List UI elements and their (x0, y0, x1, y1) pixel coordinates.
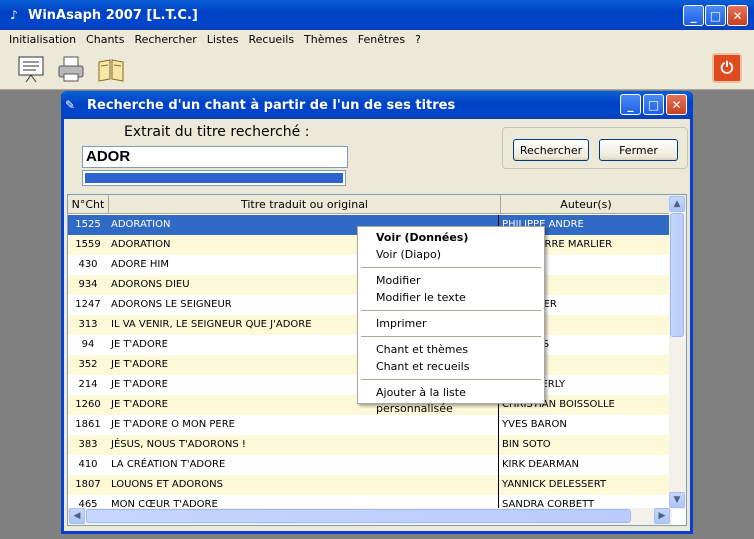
menu-item-song-songbooks[interactable]: Chant et recueils (376, 359, 469, 375)
table-row[interactable]: 1807 LOUONS ET ADORONS YANNICK DELESSERT (68, 475, 672, 495)
vertical-scroll-thumb[interactable] (670, 213, 684, 337)
button-panel: Rechercher Fermer (502, 127, 688, 169)
search-input[interactable]: ADOR (82, 146, 348, 168)
menu-recueils[interactable]: Recueils (244, 33, 300, 46)
close-button[interactable]: ✕ (727, 5, 748, 26)
menu-item-view-data[interactable]: Voir (Données) (376, 230, 468, 246)
progress-fill (85, 173, 343, 183)
song-number-cell: 313 (78, 319, 98, 330)
presentation-button[interactable] (14, 52, 48, 86)
song-number-cell: 383 (78, 439, 98, 450)
dialog-title-bar[interactable]: ✎ Recherche d'un chant à partir de l'un … (61, 91, 693, 119)
song-number-cell: 410 (78, 459, 98, 470)
songbook-button[interactable] (94, 52, 128, 86)
menu-bar: Initialisation Chants Rechercher Listes … (0, 30, 754, 48)
menu-themes[interactable]: Thèmes (299, 33, 353, 46)
song-number-cell: 1260 (75, 399, 101, 410)
song-number-cell: 1861 (75, 419, 101, 430)
menu-listes[interactable]: Listes (202, 33, 244, 46)
menu-item-view-slideshow[interactable]: Voir (Diapo) (376, 247, 441, 263)
close-icon: ✕ (671, 97, 682, 112)
power-button[interactable]: ⏻ (712, 53, 742, 83)
horizontal-scrollbar[interactable]: ◀ ▶ (68, 508, 672, 525)
song-number-cell: 94 (81, 339, 95, 350)
song-title-cell: JÉSUS, NOUS T'ADORONS ! (109, 435, 499, 455)
song-author-cell: YANNICK DELESSERT (502, 479, 607, 490)
chevron-down-icon: ▼ (673, 495, 681, 505)
scroll-left-button[interactable]: ◀ (69, 508, 85, 524)
dialog-icon: ✎ (65, 98, 76, 112)
menu-item-edit-text[interactable]: Modifier le texte (376, 290, 466, 306)
app-title-bar[interactable]: ♪ WinAsaph 2007 [L.T.C.] (0, 0, 754, 30)
search-progress-bar (82, 170, 346, 186)
song-number-cell: 1807 (75, 479, 101, 490)
minimize-icon: _ (627, 97, 634, 112)
chevron-left-icon: ◀ (73, 511, 81, 521)
toolbar: ⏻ (0, 48, 754, 90)
table-row[interactable]: 1861 JE T'ADORE O MON PERE YVES BARON (68, 415, 672, 435)
minimize-button[interactable]: _ (683, 5, 704, 26)
column-header-number[interactable]: N°Cht (68, 195, 109, 214)
minimize-icon: _ (690, 8, 697, 23)
maximize-icon: □ (709, 8, 722, 23)
search-button[interactable]: Rechercher (513, 139, 589, 161)
menu-chants[interactable]: Chants (81, 33, 129, 46)
presentation-icon (18, 56, 44, 83)
horizontal-scroll-thumb[interactable] (86, 509, 631, 523)
menu-item-add-to-custom-list[interactable]: Ajouter à la liste personnalisée (376, 385, 544, 415)
book-icon (98, 59, 124, 82)
search-label: Extrait du titre recherché : (124, 124, 310, 140)
menu-item-print[interactable]: Imprimer (376, 316, 427, 332)
table-header: N°Cht Titre traduit ou original Auteur(s… (68, 195, 672, 214)
scroll-up-button[interactable]: ▲ (669, 196, 685, 212)
context-menu: Voir (Données) Voir (Diapo) Modifier Mod… (357, 226, 545, 415)
song-number-cell: 352 (78, 359, 98, 370)
dialog-close-button[interactable]: ✕ (666, 94, 687, 115)
song-number-cell: 1559 (75, 239, 101, 250)
song-number-cell: 1525 (75, 219, 101, 230)
song-number-cell: 214 (78, 379, 98, 390)
maximize-button[interactable]: □ (705, 5, 726, 26)
menu-separator (361, 336, 541, 337)
printer-icon (58, 56, 84, 82)
scroll-down-button[interactable]: ▼ (669, 492, 685, 508)
menu-help[interactable]: ? (410, 33, 426, 46)
menu-item-song-themes[interactable]: Chant et thèmes (376, 342, 468, 358)
song-author-cell: YVES BARON (502, 419, 567, 430)
song-number-cell: 430 (78, 259, 98, 270)
table-row[interactable]: 383 JÉSUS, NOUS T'ADORONS ! BIN SOTO (68, 435, 672, 455)
table-row[interactable]: 410 LA CRÉATION T'ADORE KIRK DEARMAN (68, 455, 672, 475)
power-icon: ⏻ (720, 58, 734, 77)
close-dialog-button[interactable]: Fermer (599, 139, 678, 161)
maximize-icon: □ (647, 97, 660, 112)
column-header-author[interactable]: Auteur(s) (501, 195, 672, 214)
dialog-maximize-button[interactable]: □ (643, 94, 664, 115)
menu-separator (361, 379, 541, 380)
song-number-cell: 1247 (75, 299, 101, 310)
app-title: WinAsaph 2007 [L.T.C.] (28, 7, 198, 23)
menu-rechercher[interactable]: Rechercher (129, 33, 201, 46)
dialog-minimize-button[interactable]: _ (620, 94, 641, 115)
vertical-scrollbar[interactable]: ▲ ▼ (669, 195, 686, 509)
column-header-title[interactable]: Titre traduit ou original (109, 195, 501, 214)
menu-item-edit[interactable]: Modifier (376, 273, 420, 289)
scroll-right-button[interactable]: ▶ (654, 508, 670, 524)
chevron-up-icon: ▲ (673, 199, 681, 209)
song-title-cell: JE T'ADORE O MON PERE (109, 415, 499, 435)
menu-initialisation[interactable]: Initialisation (4, 33, 81, 46)
song-author-cell: BIN SOTO (502, 439, 551, 450)
close-icon: ✕ (732, 8, 743, 23)
song-number-cell: 934 (78, 279, 98, 290)
app-logo-icon: ♪ (10, 8, 18, 22)
menu-fenetres[interactable]: Fenêtres (353, 33, 410, 46)
menu-separator (361, 267, 541, 268)
print-button[interactable] (54, 52, 88, 86)
song-title-cell: LA CRÉATION T'ADORE (109, 455, 499, 475)
chevron-right-icon: ▶ (658, 511, 666, 521)
menu-separator (361, 310, 541, 311)
dialog-title: Recherche d'un chant à partir de l'un de… (87, 97, 456, 113)
song-title-cell: LOUONS ET ADORONS (109, 475, 499, 495)
song-author-cell: KIRK DEARMAN (502, 459, 579, 470)
